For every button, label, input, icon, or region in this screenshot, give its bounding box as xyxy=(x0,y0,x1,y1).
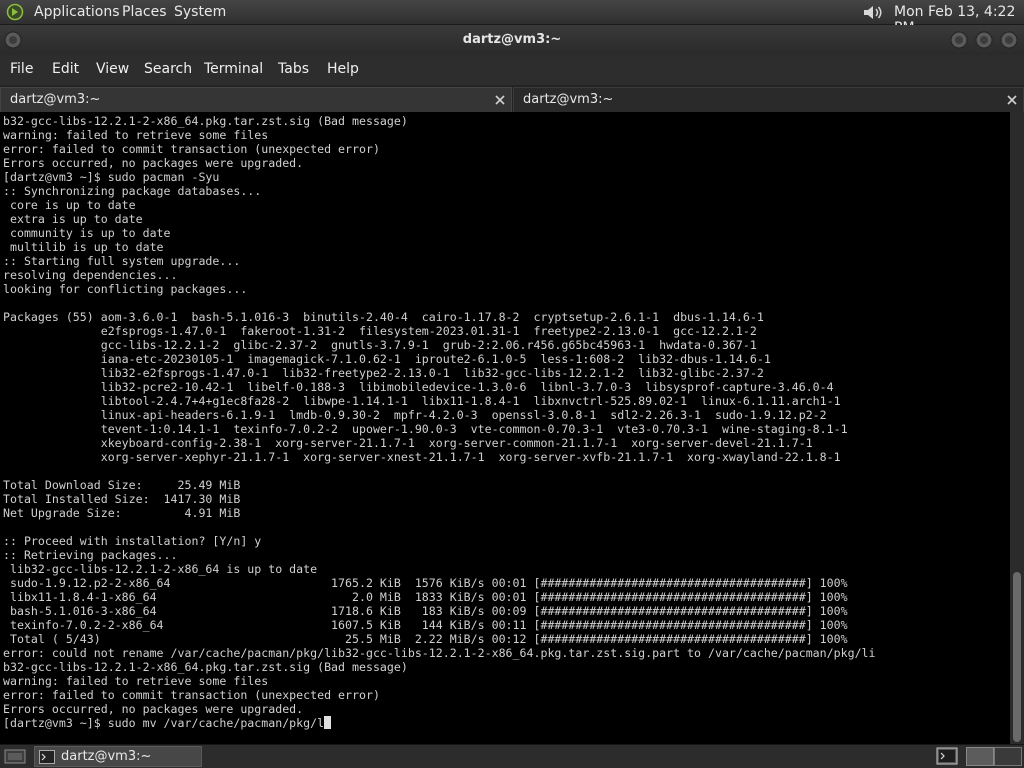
tab-terminal-1[interactable]: dartz@vm3:~ xyxy=(0,87,512,112)
terminal-line: warning: failed to retrieve some files xyxy=(3,128,269,142)
terminal-line: core is up to date xyxy=(3,198,136,212)
close-icon[interactable] xyxy=(1000,31,1018,49)
terminal-line: Net Upgrade Size: 4.91 MiB xyxy=(3,506,241,520)
terminal-line: xorg-server-xephyr-21.1.7-1 xorg-server-… xyxy=(3,450,841,464)
scrollbar-thumb[interactable] xyxy=(1013,572,1021,742)
taskbar-item-terminal[interactable]: dartz@vm3:~ xyxy=(34,746,202,767)
taskbar-item-label: dartz@vm3:~ xyxy=(61,749,152,764)
terminal-output[interactable]: b32-gcc-libs-12.2.1-2-x86_64.pkg.tar.zst… xyxy=(0,112,1010,744)
terminal-line: Total Download Size: 25.49 MiB xyxy=(3,478,241,492)
terminal-line: gcc-libs-12.2.1-2 glibc-2.37-2 gnutls-3.… xyxy=(3,338,757,352)
terminal-line: bash-5.1.016-3-x86_64 1718.6 KiB 183 KiB… xyxy=(3,604,848,618)
terminal-line: Total Installed Size: 1417.30 MiB xyxy=(3,492,241,506)
terminal-line: b32-gcc-libs-12.2.1-2-x86_64.pkg.tar.zst… xyxy=(3,114,408,128)
terminal-line: Packages (55) aom-3.6.0-1 bash-5.1.016-3… xyxy=(3,310,764,324)
terminal-line: texinfo-7.0.2-2-x86_64 1607.5 KiB 144 Ki… xyxy=(3,618,848,632)
maximize-icon[interactable] xyxy=(975,31,993,49)
close-tab-icon[interactable] xyxy=(1005,93,1019,107)
terminal-icon xyxy=(39,750,55,764)
terminal-line: multilib is up to date xyxy=(3,240,164,254)
terminal-line: libtool-2.4.7+4+g1ec8fa28-2 libwpe-1.14.… xyxy=(3,394,841,408)
tab-bar: dartz@vm3:~ dartz@vm3:~ xyxy=(0,85,1024,112)
workspace-switcher[interactable] xyxy=(966,747,1022,766)
terminal-line: b32-gcc-libs-12.2.1-2-x86_64.pkg.tar.zst… xyxy=(3,660,408,674)
show-desktop-icon[interactable] xyxy=(3,748,27,765)
close-tab-icon[interactable] xyxy=(493,93,507,107)
terminal-line: community is up to date xyxy=(3,226,171,240)
distro-logo-icon[interactable] xyxy=(6,3,24,21)
window-titlebar[interactable]: dartz@vm3:~ xyxy=(0,25,1024,55)
terminal-cursor xyxy=(324,716,332,729)
terminal-line: [dartz@vm3 ~]$ sudo pacman -Syu xyxy=(3,170,220,184)
terminal-line: Total ( 5/43) 25.5 MiB 2.22 MiB/s 00:12 … xyxy=(3,632,848,646)
menu-tabs[interactable]: Tabs xyxy=(278,61,309,77)
applications-menu[interactable]: Applications xyxy=(34,4,120,20)
terminal-line: iana-etc-20230105-1 imagemagick-7.1.0.62… xyxy=(3,352,771,366)
terminal-line: looking for conflicting packages... xyxy=(3,282,248,296)
terminal-line: linux-api-headers-6.1.9-1 lmdb-0.9.30-2 … xyxy=(3,408,827,422)
terminal-line: xkeyboard-config-2.38-1 xorg-server-21.1… xyxy=(3,436,813,450)
terminal-text: b32-gcc-libs-12.2.1-2-x86_64.pkg.tar.zst… xyxy=(0,112,1010,730)
menu-file[interactable]: File xyxy=(10,61,33,77)
window-title: dartz@vm3:~ xyxy=(462,32,562,47)
terminal-line: sudo-1.9.12.p2-2-x86_64 1765.2 KiB 1576 … xyxy=(3,576,848,590)
terminal-line: error: could not rename /var/cache/pacma… xyxy=(3,646,876,660)
terminal-prompt-line: [dartz@vm3 ~]$ sudo mv /var/cache/pacman… xyxy=(3,716,325,730)
terminal-line: Errors occurred, no packages were upgrad… xyxy=(3,702,304,716)
menu-view[interactable]: View xyxy=(96,61,129,77)
top-panel: Applications Places System Mon Feb 13, 4… xyxy=(0,0,1024,36)
tab-terminal-2[interactable]: dartz@vm3:~ xyxy=(513,87,1024,112)
terminal-line: libx11-1.8.4-1-x86_64 2.0 MiB 1833 KiB/s… xyxy=(3,590,848,604)
bottom-panel: dartz@vm3:~ xyxy=(0,744,1024,768)
terminal-line: :: Starting full system upgrade... xyxy=(3,254,241,268)
system-menu[interactable]: System xyxy=(174,4,226,20)
menubar: File Edit View Search Terminal Tabs Help xyxy=(0,55,1024,85)
terminal-line: extra is up to date xyxy=(3,212,143,226)
terminal-line: Errors occurred, no packages were upgrad… xyxy=(3,156,304,170)
menu-terminal[interactable]: Terminal xyxy=(204,61,263,77)
terminal-line: lib32-gcc-libs-12.2.1-2-x86_64 is up to … xyxy=(3,562,318,576)
menu-help[interactable]: Help xyxy=(327,61,359,77)
speaker-volume-icon[interactable] xyxy=(862,3,886,22)
terminal-line: lib32-pcre2-10.42-1 libelf-0.188-3 libim… xyxy=(3,380,834,394)
minimize-icon[interactable] xyxy=(950,31,968,49)
menu-edit[interactable]: Edit xyxy=(52,61,79,77)
terminal-icon[interactable] xyxy=(936,747,958,765)
tab-label: dartz@vm3:~ xyxy=(10,92,101,107)
terminal-line: error: failed to commit transaction (une… xyxy=(3,688,380,702)
terminal-line: warning: failed to retrieve some files xyxy=(3,674,269,688)
terminal-line: :: Proceed with installation? [Y/n] y xyxy=(3,534,262,548)
terminal-line: :: Synchronizing package databases... xyxy=(3,184,262,198)
terminal-line: tevent-1:0.14.1-1 texinfo-7.0.2-2 upower… xyxy=(3,422,848,436)
terminal-line: resolving dependencies... xyxy=(3,268,178,282)
menu-search[interactable]: Search xyxy=(144,61,192,77)
terminal-line: e2fsprogs-1.47.0-1 fakeroot-1.31-2 files… xyxy=(3,324,757,338)
terminal-line: :: Retrieving packages... xyxy=(3,548,178,562)
places-menu[interactable]: Places xyxy=(122,4,167,20)
terminal-line: lib32-e2fsprogs-1.47.0-1 lib32-freetype2… xyxy=(3,366,764,380)
terminal-line: error: failed to commit transaction (une… xyxy=(3,142,380,156)
terminal-scrollbar[interactable] xyxy=(1010,112,1024,744)
tab-label: dartz@vm3:~ xyxy=(523,92,614,107)
